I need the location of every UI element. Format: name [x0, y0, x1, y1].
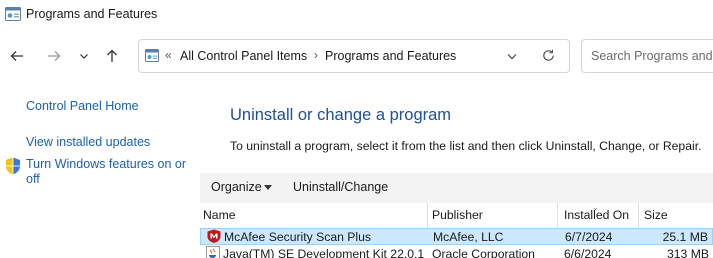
- program-name: Java(TM) SE Development Kit 22.0.1: [223, 247, 425, 258]
- breadcrumb-all-control-panel-items[interactable]: All Control Panel Items: [180, 49, 307, 63]
- title-bar: Programs and Features: [0, 0, 713, 30]
- program-size: 313 MB: [666, 247, 709, 258]
- java-icon: [206, 246, 220, 258]
- table-row[interactable]: Java(TM) SE Development Kit 22.0.1 Oracl…: [200, 246, 713, 258]
- control-panel-icon: [5, 7, 21, 21]
- uninstall-change-button[interactable]: Uninstall/Change: [293, 180, 388, 194]
- chevron-down-icon: [80, 54, 88, 59]
- page-instructions: To uninstall a program, select it from t…: [230, 139, 702, 153]
- table-row[interactable]: McAfee Security Scan Plus McAfee, LLC 6/…: [200, 228, 713, 245]
- program-installed-on: 6/6/2024: [564, 247, 612, 258]
- refresh-icon[interactable]: [541, 48, 556, 63]
- breadcrumb-programs-and-features[interactable]: Programs and Features: [325, 49, 456, 63]
- column-divider[interactable]: [557, 203, 558, 228]
- page-title: Uninstall or change a program: [230, 106, 452, 124]
- breadcrumb-separator[interactable]: ›: [314, 48, 318, 62]
- control-panel-icon: [145, 49, 159, 62]
- shield-icon: [6, 157, 20, 175]
- organize-dropdown-icon[interactable]: [264, 185, 272, 190]
- up-button[interactable]: [100, 44, 124, 68]
- address-overflow[interactable]: «: [165, 48, 172, 62]
- recent-locations-button[interactable]: [72, 44, 96, 68]
- search-placeholder[interactable]: Search Programs and Features: [591, 49, 713, 63]
- sidebar-item-control-panel-home[interactable]: Control Panel Home: [26, 99, 139, 113]
- column-header-publisher[interactable]: Publisher: [432, 208, 483, 222]
- table-header: Name Publisher ⌄ Installed On Size: [200, 203, 713, 228]
- search-box[interactable]: Search Programs and Features: [581, 39, 713, 73]
- column-divider[interactable]: [427, 203, 428, 228]
- mcafee-icon: [207, 229, 221, 243]
- organize-button[interactable]: Organize: [211, 180, 262, 194]
- sidebar-item-view-installed-updates[interactable]: View installed updates: [26, 135, 150, 149]
- back-arrow-icon: [10, 51, 23, 61]
- program-name: McAfee Security Scan Plus: [224, 230, 371, 244]
- column-header-name[interactable]: Name: [203, 208, 236, 222]
- up-arrow-icon: [107, 49, 117, 62]
- sidebar-item-turn-windows-features[interactable]: Turn Windows features on or off: [26, 157, 196, 187]
- program-size: 25.1 MB: [662, 230, 708, 244]
- column-divider[interactable]: [638, 203, 639, 228]
- address-dropdown-icon[interactable]: [506, 50, 518, 62]
- column-header-installed-on[interactable]: Installed On: [564, 208, 629, 222]
- window-title: Programs and Features: [26, 7, 158, 21]
- column-header-size[interactable]: Size: [644, 208, 668, 222]
- forward-button[interactable]: [42, 44, 66, 68]
- command-bar: Organize Uninstall/Change: [200, 173, 713, 203]
- program-publisher: McAfee, LLC: [433, 230, 504, 244]
- address-bar[interactable]: « All Control Panel Items › Programs and…: [138, 39, 570, 73]
- program-installed-on: 6/7/2024: [565, 230, 613, 244]
- back-button[interactable]: [5, 44, 29, 68]
- forward-arrow-icon: [48, 51, 61, 61]
- program-publisher: Oracle Corporation: [432, 247, 535, 258]
